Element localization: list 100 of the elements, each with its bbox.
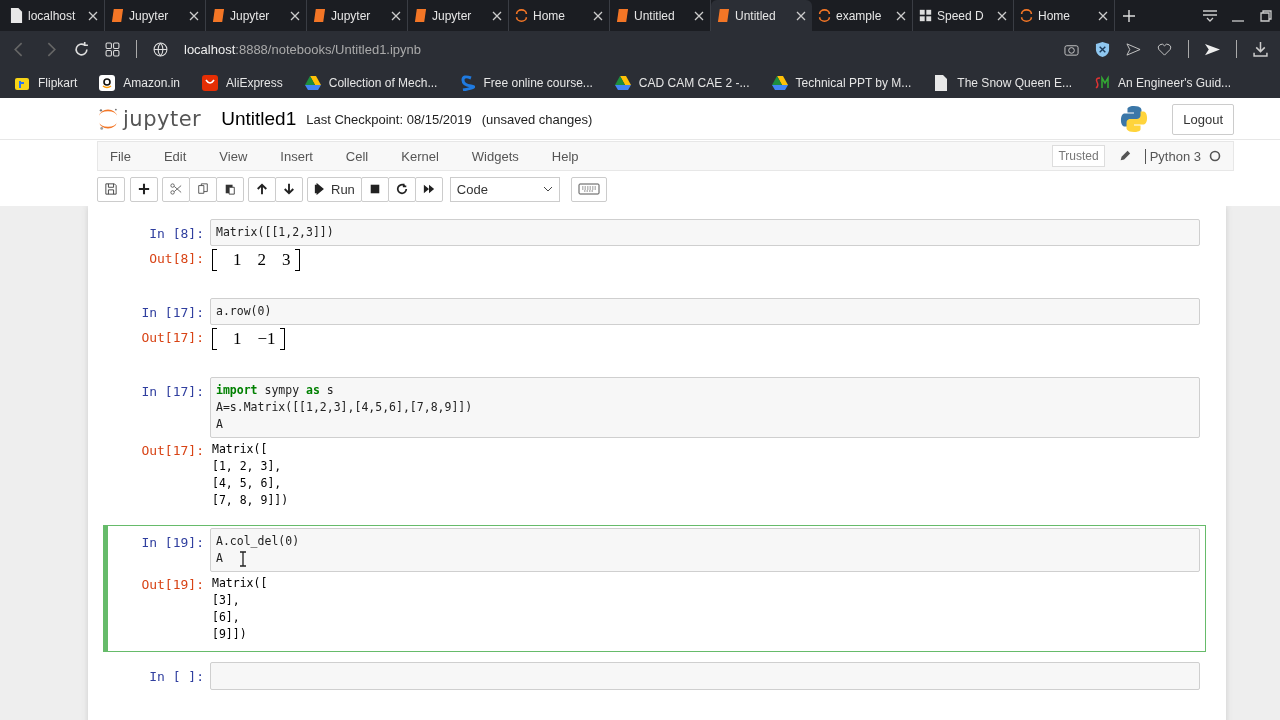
input-prompt: In [17]: [140, 383, 205, 399]
menu-item[interactable]: Cell [345, 148, 369, 164]
matrix-output: 1 2 3 [212, 249, 300, 285]
arrow-down-icon [283, 183, 295, 195]
menu-item[interactable]: View [219, 148, 248, 164]
notebook-cell[interactable]: In [ ]: [103, 659, 1206, 693]
autosave-status: (unsaved changes) [481, 111, 593, 127]
close-icon[interactable] [290, 10, 300, 21]
input-prompt: In [17]: [140, 304, 205, 320]
browser-tab[interactable]: Untitled [711, 0, 812, 31]
notebook-cell[interactable]: In [17]: a.row(0) Out[17]: 1 −1 [103, 295, 1206, 367]
code-input[interactable]: Matrix([[1,2,3]]) [210, 219, 1200, 246]
download-icon[interactable] [1253, 41, 1268, 57]
heart-icon[interactable] [1157, 41, 1172, 57]
bookmark[interactable]: CAD CAM CAE 2 -... [614, 74, 750, 91]
bookmark[interactable]: The Snow Queen E... [933, 74, 1073, 91]
bookmark[interactable]: Flipkart [14, 74, 78, 91]
ring-icon [818, 8, 831, 23]
restart-button[interactable] [387, 176, 416, 202]
copy-icon [197, 183, 209, 195]
new-tab-icon[interactable] [1123, 9, 1135, 22]
input-prompt: In [8]: [148, 225, 205, 241]
pencil-icon[interactable] [1118, 150, 1131, 162]
page-icon [10, 8, 23, 23]
logout-button[interactable]: Logout [1172, 103, 1234, 135]
book-icon [414, 8, 427, 23]
play-icon [314, 183, 326, 195]
notebook-cell[interactable]: In [19]: A.col_del(0) A Out[19]: Matrix([ [3], [6], [9]]) [103, 525, 1206, 652]
close-icon[interactable] [694, 10, 704, 21]
tab-title: Jupyter [432, 8, 473, 23]
page-icon [933, 74, 950, 91]
close-icon[interactable] [88, 10, 98, 21]
menu-item[interactable]: Insert [280, 148, 313, 164]
run-button[interactable]: Run [307, 176, 362, 202]
menu-item[interactable]: Help [551, 148, 579, 164]
close-icon[interactable] [492, 10, 502, 21]
grid-icon[interactable] [105, 41, 120, 57]
menu-item[interactable]: Widgets [471, 148, 519, 164]
reload-icon[interactable] [74, 41, 89, 57]
save-button[interactable] [97, 176, 125, 202]
notebook-cell[interactable]: In [17]: import sympy as s A=s.Matrix([[1,2,3],[4,5,6],[7,8,9]]) A Out[17]: Matrix([ [1, 2, 3], [4, 5, 6], [7, 8, 9]]) [103, 374, 1206, 518]
move-up-button[interactable] [248, 176, 276, 202]
code-input[interactable] [210, 662, 1200, 690]
stop-icon [368, 183, 381, 195]
close-icon[interactable] [593, 10, 603, 21]
menu-item[interactable]: Kernel [401, 148, 439, 164]
paper-plane-icon[interactable] [1205, 41, 1220, 57]
code-input[interactable]: A.col_del(0) A [210, 528, 1200, 572]
close-icon[interactable] [997, 10, 1007, 21]
code-input[interactable]: a.row(0) [210, 298, 1200, 325]
menu-item[interactable]: Edit [163, 148, 187, 164]
globe-icon [153, 41, 168, 57]
close-icon[interactable] [796, 10, 806, 21]
plus-icon [138, 183, 150, 195]
paste-icon [224, 183, 236, 195]
book-icon [212, 8, 225, 23]
close-icon[interactable] [896, 10, 906, 21]
cell-type-select[interactable]: Code [449, 176, 560, 202]
tab-title: Untitled [735, 8, 777, 23]
input-prompt: In [19]: [140, 534, 205, 550]
trusted-indicator[interactable]: Trusted [1052, 145, 1105, 167]
triangle-icon [304, 74, 321, 91]
paste-button[interactable] [216, 176, 244, 202]
code-input[interactable]: import sympy as s A=s.Matrix([[1,2,3],[4,5,6],[7,8,9]]) A [210, 377, 1200, 438]
ring-icon [515, 8, 528, 23]
menu-item[interactable]: File [110, 148, 131, 164]
bookmark[interactable]: An Engineer's Guid... [1094, 74, 1232, 91]
tab-title: localhost [28, 8, 77, 23]
send-icon[interactable] [1126, 41, 1141, 57]
bookmark[interactable]: Technical PPT by M... [771, 74, 912, 91]
tab-menu-icon[interactable] [1203, 9, 1217, 22]
bookmark[interactable]: Amazon.in [99, 74, 181, 91]
save-icon [105, 183, 117, 195]
close-icon[interactable] [391, 10, 401, 21]
shield-icon[interactable] [1095, 41, 1110, 57]
run-all-button[interactable] [414, 176, 443, 202]
close-icon[interactable] [1098, 10, 1108, 21]
scissors-icon [170, 183, 182, 195]
stop-button[interactable] [360, 176, 389, 202]
logo-text[interactable]: jupyter [123, 107, 202, 131]
add-cell-button[interactable] [130, 176, 158, 202]
tab-title: Home [1038, 8, 1071, 23]
move-down-button[interactable] [275, 176, 303, 202]
caret-icon [542, 186, 553, 192]
book-icon [111, 8, 124, 23]
bookmark[interactable]: Free online course... [459, 74, 593, 91]
kernel-idle-icon [1209, 150, 1221, 162]
tab-title: Home [533, 8, 566, 23]
copy-button[interactable] [189, 176, 217, 202]
notebook-cell[interactable]: In [8]: Matrix([[1,2,3]]) Out[8]: 1 2 3 [103, 216, 1206, 288]
bookmark[interactable]: AliExpress [202, 74, 283, 91]
keyboard-icon [577, 183, 600, 195]
logo-icon[interactable] [97, 106, 119, 132]
output-prompt: Out[19]: [140, 576, 205, 592]
kernel-name: Python 3 [1144, 148, 1201, 164]
close-icon[interactable] [189, 10, 199, 21]
restore-icon[interactable] [1259, 9, 1273, 22]
notebook-name[interactable]: Untitled1 [221, 108, 297, 130]
bookmark[interactable]: Collection of Mech... [304, 74, 438, 91]
book-icon [313, 8, 326, 23]
